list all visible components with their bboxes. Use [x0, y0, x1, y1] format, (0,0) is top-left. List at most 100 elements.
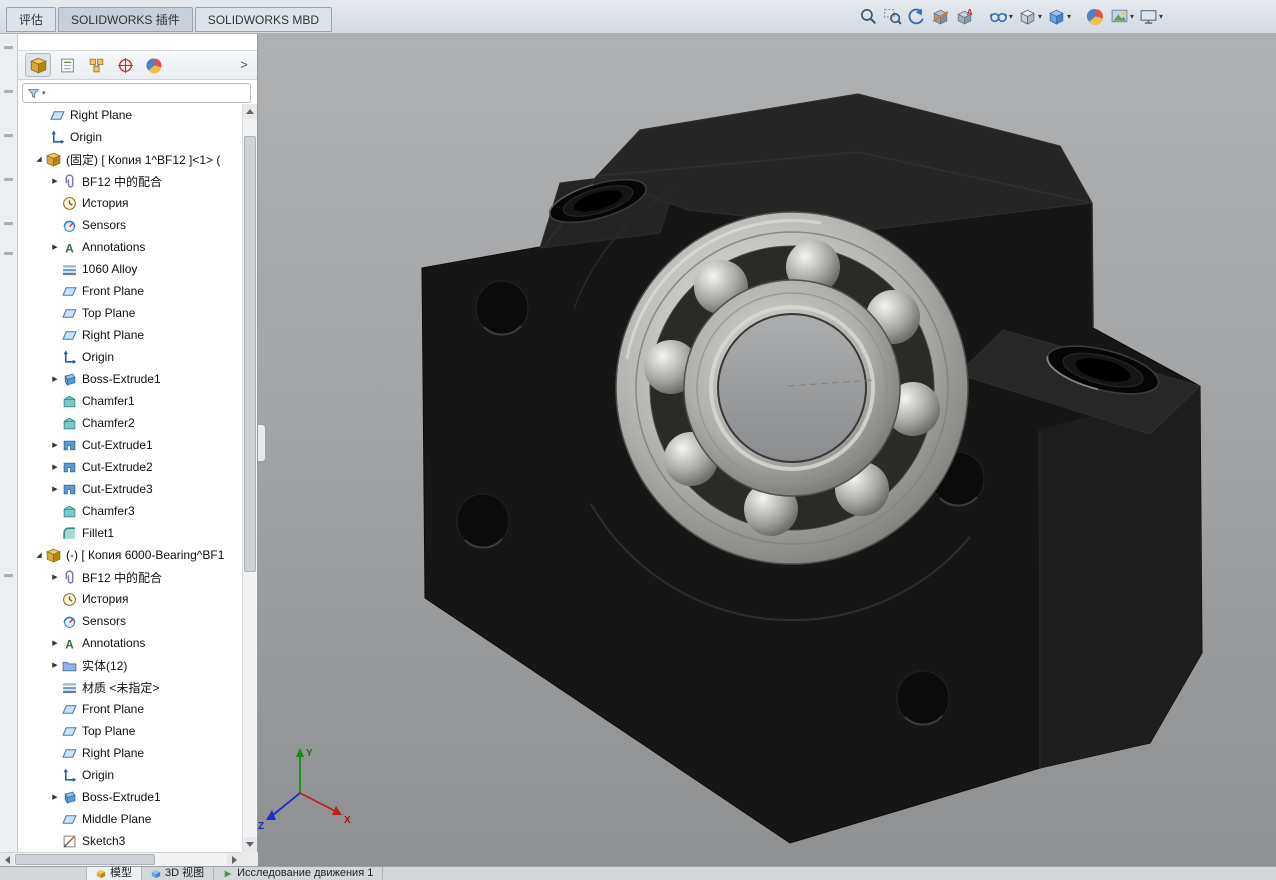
- tree-item[interactable]: Chamfer2: [18, 412, 242, 434]
- display-style-icon[interactable]: ▾: [1017, 6, 1043, 27]
- tree-item[interactable]: ▶ BF12 中的配合: [18, 566, 242, 588]
- ribbon-tab-solidworks-mbd[interactable]: SOLIDWORKS MBD: [194, 7, 333, 32]
- dropdown-caret-icon[interactable]: ▾: [1038, 12, 1042, 21]
- tree-item[interactable]: ◢ (固定) [ Копия 1^BF12 ]<1> (: [18, 148, 242, 170]
- tree-item[interactable]: Top Plane: [18, 302, 242, 324]
- tree-item[interactable]: ▶ Boss-Extrude1: [18, 786, 242, 808]
- tree-item[interactable]: Origin: [18, 126, 242, 148]
- featuremanager-tree-tab[interactable]: [25, 53, 51, 77]
- chamfer-icon: [62, 394, 78, 409]
- annotation-views-icon[interactable]: A: [954, 6, 975, 27]
- expand-arrow-icon[interactable]: ◢: [32, 155, 46, 163]
- expand-arrow-icon[interactable]: ▶: [48, 485, 62, 493]
- displaymanager-tab[interactable]: [142, 54, 166, 76]
- tree-item[interactable]: ▶ Cut-Extrude1: [18, 434, 242, 456]
- tab-3d-views-label: 3D 视图: [165, 867, 205, 879]
- filter-funnel-icon[interactable]: [27, 87, 40, 100]
- tree-item[interactable]: Right Plane: [18, 104, 242, 126]
- tree-item[interactable]: 材质 <未指定>: [18, 676, 242, 698]
- tree-item-label: Origin: [70, 130, 103, 144]
- tree-item[interactable]: Front Plane: [18, 280, 242, 302]
- tree-item[interactable]: 1060 Alloy: [18, 258, 242, 280]
- tree-item[interactable]: Fillet1: [18, 522, 242, 544]
- panel-splitter-handle[interactable]: [258, 424, 266, 462]
- bearing[interactable]: [615, 211, 969, 565]
- expand-arrow-icon[interactable]: ▶: [48, 243, 62, 251]
- tree-item-label: Front Plane: [82, 702, 145, 716]
- configurationmanager-tab[interactable]: [84, 54, 108, 76]
- tree-item[interactable]: Sketch3: [18, 830, 242, 852]
- tree-item[interactable]: Sensors: [18, 610, 242, 632]
- previous-view-icon[interactable]: [906, 6, 927, 27]
- tree-item[interactable]: Chamfer3: [18, 500, 242, 522]
- plane-icon: [62, 724, 78, 739]
- expand-arrow-icon[interactable]: ◢: [32, 551, 46, 559]
- plane-icon: [62, 284, 78, 299]
- edit-appearance-icon[interactable]: [1085, 6, 1106, 27]
- tree-item[interactable]: Right Plane: [18, 324, 242, 346]
- dimxpertmanager-tab[interactable]: [113, 54, 137, 76]
- dropdown-caret-icon[interactable]: ▾: [1130, 12, 1134, 21]
- tree-vertical-scrollbar[interactable]: [242, 104, 257, 852]
- apply-scene-icon[interactable]: ▾: [1109, 6, 1135, 27]
- view-orientation-icon[interactable]: ▾: [1046, 6, 1072, 27]
- expand-arrow-icon[interactable]: ▶: [48, 177, 62, 185]
- solids-folder-icon: [62, 658, 78, 673]
- tree-item[interactable]: ◢ (-) [ Копия 6000-Bearing^BF1: [18, 544, 242, 566]
- tree-item[interactable]: Chamfer1: [18, 390, 242, 412]
- scroll-left-button[interactable]: [0, 853, 14, 866]
- expand-arrow-icon[interactable]: ▶: [48, 661, 62, 669]
- tree-item[interactable]: Top Plane: [18, 720, 242, 742]
- expand-arrow-icon[interactable]: ▶: [48, 793, 62, 801]
- expand-arrow-icon[interactable]: ▶: [48, 441, 62, 449]
- mounting-hole[interactable]: [456, 493, 510, 549]
- tree-item[interactable]: История: [18, 192, 242, 214]
- expand-arrow-icon[interactable]: ▶: [48, 573, 62, 581]
- tree-item[interactable]: Origin: [18, 346, 242, 368]
- tree-item[interactable]: Middle Plane: [18, 808, 242, 830]
- zoom-to-area-icon[interactable]: [882, 6, 903, 27]
- tab-model[interactable]: 模型: [87, 867, 142, 880]
- tree-item[interactable]: ▶ A Annotations: [18, 236, 242, 258]
- scroll-up-button[interactable]: [243, 104, 257, 119]
- filter-caret-icon[interactable]: ▾: [42, 89, 46, 97]
- propertymanager-tab[interactable]: [55, 54, 79, 76]
- status-bar: 模型 3D 视图 Исследование движения 1: [0, 866, 1276, 880]
- dropdown-caret-icon[interactable]: ▾: [1067, 12, 1071, 21]
- scroll-down-button[interactable]: [243, 837, 257, 852]
- tree-item[interactable]: ▶ 实体(12): [18, 654, 242, 676]
- mounting-hole[interactable]: [475, 280, 529, 336]
- ribbon-tab-evaluate[interactable]: 评估: [6, 7, 57, 32]
- expand-arrow-icon[interactable]: ▶: [48, 639, 62, 647]
- tree-filter-input[interactable]: ▾: [22, 83, 251, 103]
- vertical-scroll-thumb[interactable]: [244, 136, 256, 572]
- tree-horizontal-scrollbar[interactable]: [0, 852, 241, 866]
- tree-item[interactable]: ▶ BF12 中的配合: [18, 170, 242, 192]
- view-settings-icon[interactable]: ▾: [1138, 6, 1164, 27]
- tree-item[interactable]: ▶ Boss-Extrude1: [18, 368, 242, 390]
- tab-3d-views[interactable]: 3D 视图: [142, 867, 215, 880]
- tree-item[interactable]: Sensors: [18, 214, 242, 236]
- dropdown-caret-icon[interactable]: ▾: [1159, 12, 1163, 21]
- zoom-to-fit-icon[interactable]: [858, 6, 879, 27]
- tree-item[interactable]: Origin: [18, 764, 242, 786]
- tree-item[interactable]: ▶ Cut-Extrude2: [18, 456, 242, 478]
- tree-item[interactable]: Right Plane: [18, 742, 242, 764]
- expand-arrow-icon[interactable]: ▶: [48, 463, 62, 471]
- ribbon-tab-solidworks-addins[interactable]: SOLIDWORKS 插件: [58, 7, 193, 32]
- tree-item[interactable]: ▶ Cut-Extrude3: [18, 478, 242, 500]
- expand-arrow-icon[interactable]: ▶: [48, 375, 62, 383]
- horizontal-scroll-thumb[interactable]: [15, 854, 155, 865]
- scroll-right-button[interactable]: [227, 853, 241, 866]
- section-view-icon[interactable]: [930, 6, 951, 27]
- graphics-area[interactable]: Y X Z: [258, 34, 1276, 866]
- tree-item[interactable]: История: [18, 588, 242, 610]
- hide-show-items-icon[interactable]: ▾: [988, 6, 1014, 27]
- mounting-hole[interactable]: [896, 670, 950, 726]
- tree-item[interactable]: ▶ A Annotations: [18, 632, 242, 654]
- panel-expand-chevron[interactable]: >: [236, 54, 252, 74]
- feature-tree: Right Plane Origin ◢ (固定) [ Копия 1^BF12 ]<…: [18, 104, 242, 852]
- tree-item[interactable]: Front Plane: [18, 698, 242, 720]
- dropdown-caret-icon[interactable]: ▾: [1009, 12, 1013, 21]
- tab-motion-study[interactable]: Исследование движения 1: [214, 867, 384, 880]
